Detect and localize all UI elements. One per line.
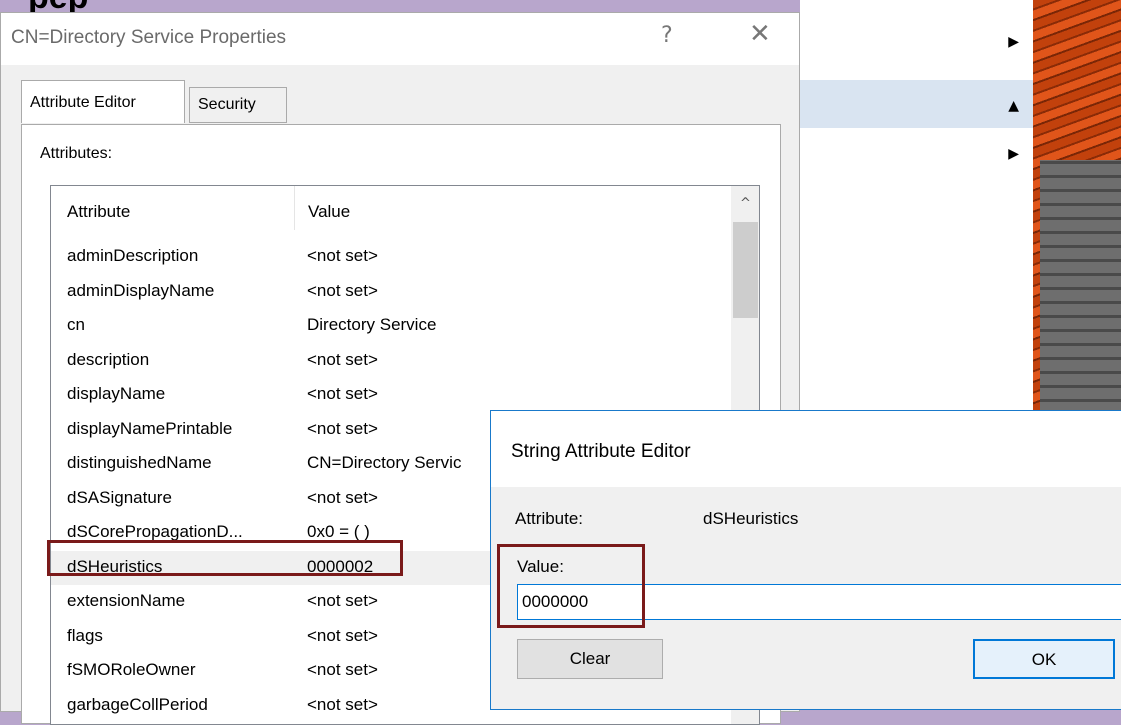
background-menu-item[interactable]: ▲ bbox=[800, 80, 1033, 128]
attribute-name-value: dSHeuristics bbox=[703, 509, 799, 528]
attribute-name: cn bbox=[67, 315, 85, 334]
dialog-title: CN=Directory Service Properties bbox=[11, 27, 287, 48]
table-row[interactable]: adminDisplayName <not set> bbox=[51, 275, 731, 310]
attribute-label: Attribute: bbox=[515, 509, 584, 528]
attribute-value: <not set> bbox=[307, 280, 378, 300]
attribute-value: <not set> bbox=[307, 246, 378, 265]
attribute-value: 0x0 = ( ) bbox=[307, 522, 370, 541]
attribute-name: garbageCollPeriod bbox=[67, 694, 208, 714]
column-divider[interactable] bbox=[294, 186, 295, 230]
ok-button[interactable]: OK bbox=[973, 639, 1115, 679]
attribute-value: <not set> bbox=[307, 660, 378, 679]
attribute-name: displayNamePrintable bbox=[67, 418, 233, 438]
scroll-thumb[interactable] bbox=[733, 222, 758, 318]
background-image-wall bbox=[1040, 160, 1121, 430]
attribute-name: fSMORoleOwner bbox=[67, 660, 196, 679]
list-header: Attribute Value bbox=[51, 186, 731, 236]
scroll-up-icon[interactable]: ^ bbox=[731, 186, 759, 220]
attribute-name: distinguishedName bbox=[67, 453, 212, 472]
attribute-value: <not set> bbox=[307, 694, 378, 714]
attribute-name: dSCorePropagationD... bbox=[67, 522, 243, 541]
attribute-value: <not set> bbox=[307, 418, 378, 438]
attributes-label: Attributes: bbox=[40, 145, 113, 162]
table-row[interactable]: description <not set> bbox=[51, 344, 731, 379]
highlight-box-dsheuristics bbox=[47, 540, 403, 576]
attribute-value: <not set> bbox=[307, 625, 378, 645]
highlight-box-value bbox=[497, 544, 645, 628]
attribute-name: displayName bbox=[67, 384, 166, 403]
attribute-name: adminDisplayName bbox=[67, 280, 215, 300]
chevron-right-icon: ▶ bbox=[1008, 34, 1019, 50]
close-icon[interactable]: ✕ bbox=[749, 19, 771, 49]
chevron-up-icon: ▲ bbox=[1008, 98, 1019, 114]
properties-titlebar[interactable]: CN=Directory Service Properties ? ✕ bbox=[1, 13, 799, 65]
clear-button[interactable]: Clear bbox=[517, 639, 663, 679]
background-menu-item[interactable]: ▶ bbox=[800, 128, 1033, 176]
attribute-name: dSASignature bbox=[67, 487, 172, 507]
editor-titlebar[interactable]: String Attribute Editor bbox=[491, 411, 1121, 487]
help-icon[interactable]: ? bbox=[661, 23, 673, 48]
background-menu-item[interactable]: ▶ bbox=[800, 16, 1033, 72]
attribute-name: flags bbox=[67, 625, 103, 645]
column-header-attribute[interactable]: Attribute bbox=[67, 202, 130, 222]
background-menu-panel: ▶ ▲ ▶ bbox=[800, 0, 1033, 430]
table-row[interactable]: displayName <not set> bbox=[51, 378, 731, 413]
attribute-name: adminDescription bbox=[67, 246, 199, 265]
table-row[interactable]: cn Directory Service bbox=[51, 309, 731, 344]
attribute-value: <not set> bbox=[307, 349, 378, 369]
attribute-name: extensionName bbox=[67, 591, 186, 610]
column-header-value[interactable]: Value bbox=[308, 202, 350, 222]
attribute-value: <not set> bbox=[307, 384, 378, 403]
chevron-right-icon: ▶ bbox=[1008, 146, 1019, 162]
tab-security[interactable]: Security bbox=[189, 87, 287, 123]
editor-title: String Attribute Editor bbox=[511, 441, 691, 462]
tab-attribute-editor[interactable]: Attribute Editor bbox=[21, 80, 185, 123]
attribute-value: Directory Service bbox=[307, 315, 437, 334]
attribute-value: <not set> bbox=[307, 487, 378, 507]
attribute-name: description bbox=[67, 349, 150, 369]
attribute-value: <not set> bbox=[307, 591, 378, 610]
attribute-value: CN=Directory Servic bbox=[307, 453, 462, 472]
table-row[interactable]: adminDescription <not set> bbox=[51, 240, 731, 275]
